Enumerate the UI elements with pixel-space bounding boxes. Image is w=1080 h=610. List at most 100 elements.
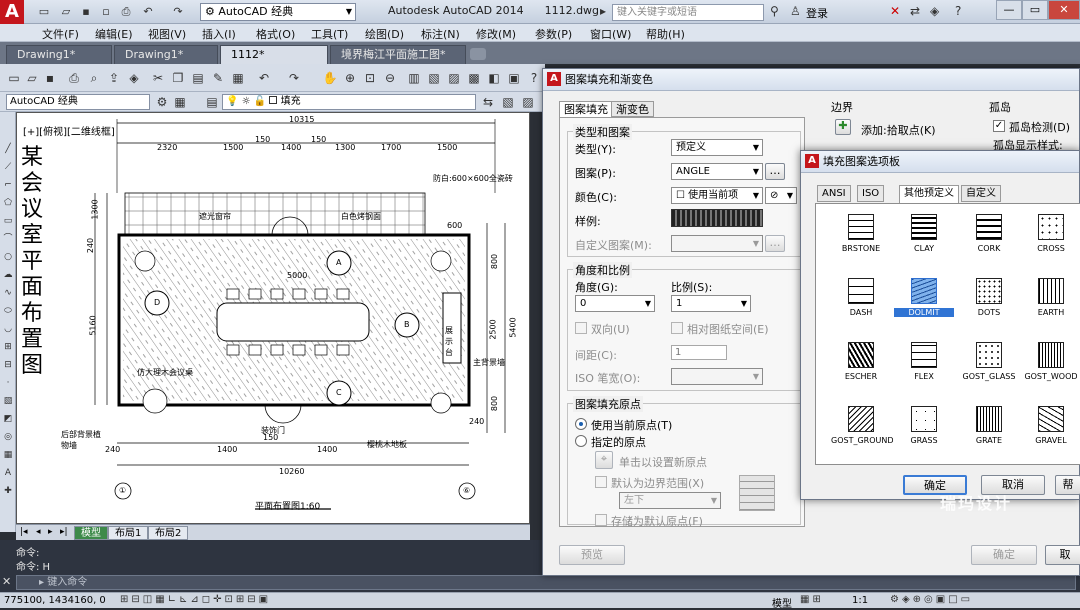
match-properties-icon[interactable]: ✎ bbox=[210, 70, 226, 86]
rectangle-icon[interactable]: ▭ bbox=[1, 214, 15, 228]
custom-pattern-dropdown[interactable]: ▼ bbox=[671, 235, 763, 252]
gear-icon[interactable]: ⚙ bbox=[154, 94, 170, 110]
new-file-icon[interactable]: ▭ bbox=[36, 4, 52, 20]
polyline-icon[interactable]: ⌐ bbox=[1, 178, 15, 192]
menu-view[interactable]: 视图(V) bbox=[148, 26, 186, 42]
menu-parametric[interactable]: 参数(P) bbox=[535, 26, 572, 42]
pan-icon[interactable]: ✋ bbox=[322, 70, 338, 86]
zoom-window-icon[interactable]: ⊡ bbox=[362, 70, 378, 86]
save-icon[interactable]: ▪ bbox=[42, 70, 58, 86]
maximize-button[interactable]: ▭ bbox=[1022, 0, 1048, 20]
properties-icon[interactable]: ▥ bbox=[406, 70, 422, 86]
preview-button[interactable]: 预览 bbox=[559, 545, 625, 565]
autocad-logo-icon[interactable]: A bbox=[0, 0, 24, 24]
origin-position-dropdown[interactable]: 左下 ▼ bbox=[619, 492, 721, 509]
scale-dropdown[interactable]: 1 ▼ bbox=[671, 295, 751, 312]
type-dropdown[interactable]: 预定义 ▼ bbox=[671, 139, 763, 156]
block-editor-icon[interactable]: ▦ bbox=[230, 70, 246, 86]
coordinate-readout[interactable]: 775100, 1434160, 0 bbox=[4, 595, 106, 606]
viewport-toggles[interactable]: ▦⊞ bbox=[800, 594, 824, 605]
menu-window[interactable]: 窗口(W) bbox=[590, 26, 631, 42]
markup-icon[interactable]: ◧ bbox=[486, 70, 502, 86]
pattern-grass-swatch[interactable] bbox=[911, 406, 937, 432]
binoculars-icon[interactable]: ⚲ bbox=[770, 4, 779, 18]
point-icon[interactable]: · bbox=[1, 376, 15, 390]
save-icon[interactable]: ▪ bbox=[78, 4, 94, 20]
redo-icon[interactable]: ↷ bbox=[286, 70, 302, 86]
insert-block-icon[interactable]: ⊞ bbox=[1, 340, 15, 354]
tab-nav-last-icon[interactable]: ▸| bbox=[60, 527, 68, 537]
stay-connected-icon[interactable]: ◈ bbox=[930, 4, 939, 18]
layer-state-icon[interactable]: ▧ bbox=[500, 94, 516, 110]
layer-iso-icon[interactable]: ▨ bbox=[520, 94, 536, 110]
status-tray-icons[interactable]: ⚙◈⊕◎▣□▭ bbox=[890, 594, 973, 605]
3d-dwf-icon[interactable]: ◈ bbox=[126, 70, 142, 86]
user-icon[interactable]: ♙ bbox=[790, 4, 801, 18]
open-file-icon[interactable]: ▱ bbox=[58, 4, 74, 20]
pattern-dots-swatch[interactable] bbox=[976, 278, 1002, 304]
spacing-input[interactable]: 1 bbox=[671, 345, 727, 360]
layer-previous-icon[interactable]: ⇆ bbox=[480, 94, 496, 110]
tab-drawing1-a[interactable]: Drawing1* bbox=[6, 45, 112, 64]
menu-modify[interactable]: 修改(M) bbox=[476, 26, 516, 42]
angle-dropdown[interactable]: 0 ▼ bbox=[575, 295, 655, 312]
command-close-icon[interactable]: ✕ bbox=[2, 575, 11, 588]
relative-paper-checkbox[interactable] bbox=[671, 322, 683, 334]
pattern-browse-button[interactable]: … bbox=[765, 163, 785, 180]
zoom-previous-icon[interactable]: ⊖ bbox=[382, 70, 398, 86]
drawing-viewport[interactable]: [+][俯视][二维线框] 某 会 议 室 平 面 布 置 图 10315 23… bbox=[16, 112, 530, 524]
tab-drawing1-b[interactable]: Drawing1* bbox=[114, 45, 218, 64]
zoom-realtime-icon[interactable]: ⊕ bbox=[342, 70, 358, 86]
origin-specified-radio[interactable] bbox=[575, 435, 587, 447]
tab-gradient[interactable]: 渐变色 bbox=[611, 101, 654, 117]
pattern-grate-swatch[interactable] bbox=[976, 406, 1002, 432]
tab-iso[interactable]: ISO bbox=[857, 185, 885, 202]
line-icon[interactable]: ╱ bbox=[1, 142, 15, 156]
copy-icon[interactable]: ❐ bbox=[170, 70, 186, 86]
save-as-icon[interactable]: ▫ bbox=[98, 4, 114, 20]
ok-button[interactable]: 确定 bbox=[971, 545, 1037, 565]
expand-icon[interactable]: ▸ bbox=[600, 4, 606, 18]
set-origin-button[interactable]: ⌖ bbox=[595, 451, 613, 469]
pattern-gost-ground-swatch[interactable] bbox=[848, 406, 874, 432]
pattern-dolmit-swatch[interactable] bbox=[911, 278, 937, 304]
exchange-icon[interactable]: ✕ bbox=[890, 4, 900, 18]
store-origin-checkbox[interactable] bbox=[595, 514, 607, 526]
plot-icon[interactable]: ⎙ bbox=[66, 70, 82, 86]
origin-current-radio[interactable] bbox=[575, 418, 587, 430]
pattern-swatch[interactable] bbox=[671, 209, 763, 227]
menu-format[interactable]: 格式(O) bbox=[256, 26, 295, 42]
tab-layout2[interactable]: 布局2 bbox=[148, 526, 189, 540]
island-detect-checkbox[interactable]: ✓ bbox=[993, 120, 1005, 132]
tab-nav-next-icon[interactable]: ▸ bbox=[48, 527, 53, 537]
menu-help[interactable]: 帮助(H) bbox=[646, 26, 685, 42]
paste-icon[interactable]: ▤ bbox=[190, 70, 206, 86]
iso-pen-dropdown[interactable]: ▼ bbox=[671, 368, 763, 385]
pattern-gravel-swatch[interactable] bbox=[1038, 406, 1064, 432]
login-button[interactable]: 登录 bbox=[806, 5, 828, 21]
pattern-escher-swatch[interactable] bbox=[848, 342, 874, 368]
close-button[interactable]: ✕ bbox=[1048, 0, 1080, 20]
mtext-icon[interactable]: A bbox=[1, 466, 15, 480]
double-checkbox[interactable] bbox=[575, 322, 587, 334]
plot-preview-icon[interactable]: ⌕ bbox=[86, 70, 102, 86]
command-input[interactable]: ▸ 键入命令 bbox=[16, 575, 1076, 590]
gradient-icon[interactable]: ◩ bbox=[1, 412, 15, 426]
pattern-clay-swatch[interactable] bbox=[911, 214, 937, 240]
menu-dimension[interactable]: 标注(N) bbox=[421, 26, 460, 42]
default-extents-checkbox[interactable] bbox=[595, 476, 607, 488]
menu-tools[interactable]: 工具(T) bbox=[311, 26, 348, 42]
publish-icon[interactable]: ⇪ bbox=[106, 70, 122, 86]
pattern-gost-wood-swatch[interactable] bbox=[1038, 342, 1064, 368]
cancel-button[interactable]: 取 bbox=[1045, 545, 1080, 565]
tab-custom[interactable]: 自定义 bbox=[961, 185, 1001, 202]
construction-line-icon[interactable]: ⟋ bbox=[1, 160, 15, 174]
minimize-button[interactable]: — bbox=[996, 0, 1022, 20]
pattern-brstone-swatch[interactable] bbox=[848, 214, 874, 240]
cut-icon[interactable]: ✂ bbox=[150, 70, 166, 86]
tab-1112[interactable]: 1112* bbox=[220, 45, 328, 64]
make-block-icon[interactable]: ⊟ bbox=[1, 358, 15, 372]
tab-layout1[interactable]: 布局1 bbox=[108, 526, 149, 540]
connect-icon[interactable]: ⇄ bbox=[910, 4, 920, 18]
layer-properties-icon[interactable]: ▤ bbox=[204, 94, 220, 110]
